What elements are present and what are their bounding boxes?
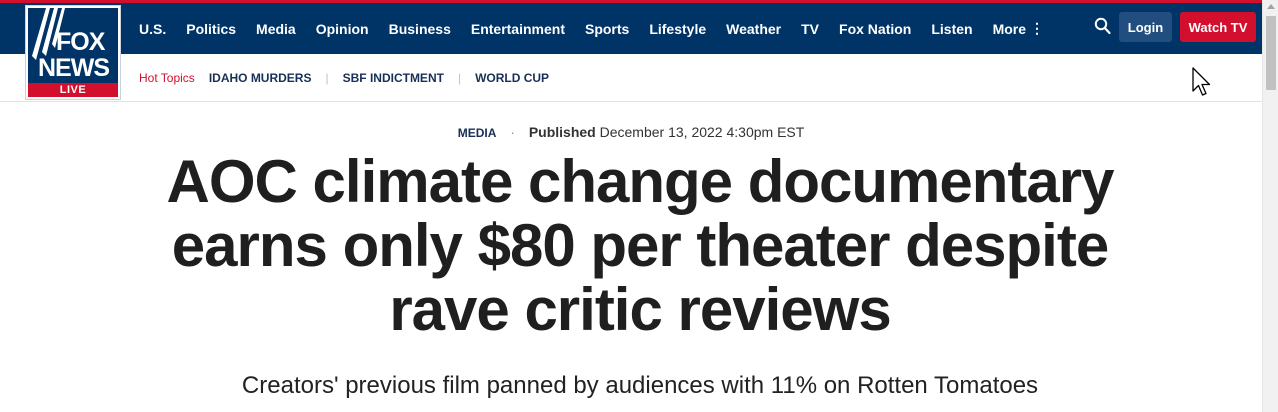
nav-link-opinion[interactable]: Opinion: [316, 21, 369, 37]
logo-fox-text: FOX: [56, 28, 106, 56]
login-button[interactable]: Login: [1119, 12, 1172, 42]
vertical-ellipsis-icon: ⋮: [1030, 20, 1045, 36]
nav-link-fox-nation[interactable]: Fox Nation: [839, 21, 911, 37]
nav-link-politics[interactable]: Politics: [186, 21, 236, 37]
nav-link-lifestyle[interactable]: Lifestyle: [649, 21, 706, 37]
scroll-up-arrow-icon[interactable]: [1267, 4, 1275, 9]
nav-link-tv[interactable]: TV: [801, 21, 819, 37]
hot-topic-link[interactable]: IDAHO MURDERS: [209, 71, 312, 85]
nav-more-button[interactable]: More ⋮: [993, 20, 1044, 37]
hot-topic-link[interactable]: SBF INDICTMENT: [343, 71, 444, 85]
logo-live-badge: LIVE: [28, 83, 118, 97]
page-scrollbar[interactable]: [1262, 0, 1278, 412]
main-nav: U.S. Politics Media Opinion Business Ent…: [0, 3, 1262, 54]
published-label: Published: [528, 124, 596, 140]
logo-news-text: NEWS: [38, 54, 109, 82]
nav-link-entertainment[interactable]: Entertainment: [471, 21, 565, 37]
hot-topic-divider: |: [325, 71, 329, 85]
published-date: December 13, 2022 4:30pm EST: [599, 124, 805, 140]
mouse-cursor-icon: [1192, 67, 1211, 96]
watch-tv-button[interactable]: Watch TV: [1180, 12, 1256, 42]
search-icon: [1094, 17, 1111, 35]
nav-link-listen[interactable]: Listen: [931, 21, 972, 37]
hot-topics-bar: Hot Topics IDAHO MURDERS | SBF INDICTMEN…: [0, 54, 1262, 102]
article-category-link[interactable]: MEDIA: [458, 126, 497, 140]
nav-link-weather[interactable]: Weather: [726, 21, 781, 37]
nav-link-sports[interactable]: Sports: [585, 21, 629, 37]
nav-more-label: More: [992, 20, 1027, 37]
fox-news-logo-mark: FOX NEWS: [32, 8, 110, 82]
hot-topic-divider: |: [457, 71, 462, 85]
article-meta: MEDIA · Published December 13, 2022 4:30…: [0, 124, 1262, 140]
meta-separator: ·: [510, 124, 515, 140]
hot-topics-label: Hot Topics: [139, 71, 195, 85]
fox-news-logo[interactable]: FOX NEWS LIVE: [25, 5, 121, 100]
page: U.S. Politics Media Opinion Business Ent…: [0, 0, 1278, 412]
scrollbar-thumb[interactable]: [1266, 16, 1276, 90]
article-subheadline: Creators' previous film panned by audien…: [241, 372, 1039, 399]
search-button[interactable]: [1094, 17, 1112, 37]
nav-link-media[interactable]: Media: [256, 21, 296, 37]
hot-topic-link[interactable]: WORLD CUP: [475, 71, 549, 85]
article-headline: AOC climate change documentary earns onl…: [166, 148, 1115, 343]
nav-link-us[interactable]: U.S.: [139, 21, 166, 37]
nav-links: U.S. Politics Media Opinion Business Ent…: [139, 3, 1064, 54]
nav-link-business[interactable]: Business: [389, 21, 451, 37]
hot-topics: Hot Topics IDAHO MURDERS | SBF INDICTMEN…: [139, 54, 549, 102]
